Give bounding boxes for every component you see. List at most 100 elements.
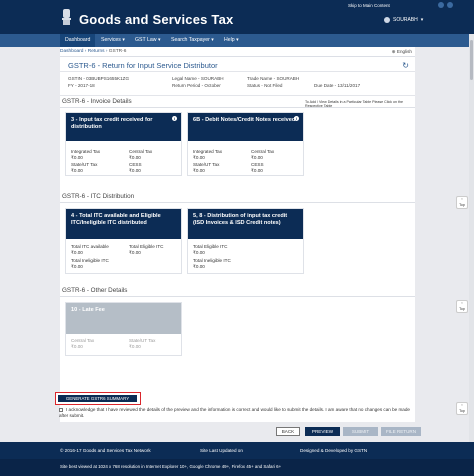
breadcrumb-returns[interactable]: Returns [88,49,105,54]
user-name: SOURABH [393,17,418,23]
value-total-ineligible-itc: ₹0.00 [71,264,83,269]
card-header: 6B - Debit Notes/Credit Notes received i [188,113,303,141]
value-integrated-tax: ₹0.00 [193,155,205,160]
value-state-ut-tax: ₹0.00 [71,168,83,173]
label-total-eligible-itc: Total Eligible ITC [193,244,228,249]
label-state-ut-tax: State/UT Tax [71,162,98,167]
main-nav: Dashboard Services ▾ GST Law ▾ Search Ta… [0,34,474,47]
nav-search-taxpayer[interactable]: Search Taxpayer ▾ [166,34,219,47]
breadcrumb-dashboard[interactable]: Dashboard [60,49,83,54]
filing-status: Status - Not Filed [247,83,283,88]
card-table-6b[interactable]: 6B - Debit Notes/Credit Notes received i… [187,112,304,176]
label-state-ut-tax: State/UT Tax [193,162,220,167]
generate-summary-button[interactable]: GENERATE GSTR6 SUMMARY [58,395,137,402]
card-title: 10 - Late Fee [71,307,105,313]
label-central-tax: Central Tax [129,149,153,154]
footer-designed: Designed & Developed by GSTN [300,448,368,453]
value-central-tax: ₹0.00 [71,344,83,349]
label-central-tax: Central Tax [71,338,95,343]
label-total-eligible-itc: Total Eligible ITC [129,244,164,249]
value-total-itc-available: ₹0.00 [71,250,83,255]
section-itc-distribution: GSTR-6 - ITC Distribution [62,193,135,200]
card-header: 10 - Late Fee [66,303,181,334]
label-total-ineligible-itc: Total Ineligible ITC [71,258,109,263]
trade-name: Trade Name - SOURABH [247,76,300,81]
scroll-top-button[interactable]: ⌃ Top [456,402,468,415]
refresh-icon[interactable]: ↻ [402,61,409,70]
user-icon [384,17,390,23]
generate-summary-highlight: GENERATE GSTR6 SUMMARY [55,392,141,405]
nav-dashboard[interactable]: Dashboard [60,34,96,47]
value-integrated-tax: ₹0.00 [71,155,83,160]
browser-note: Site best viewed at 1024 x 768 resolutio… [60,464,282,469]
scrollbar-thumb[interactable] [470,40,473,80]
card-title: 4 - Total ITC available and Eligible ITC… [71,213,161,226]
breadcrumb: Dashboard › Returns › GSTR-6 [60,49,126,54]
footer: © 2016-17 Goods and Services Tax Network… [0,442,474,459]
page-scrollbar[interactable] [469,34,474,442]
value-cess: ₹0.00 [251,168,263,173]
card-header: 4 - Total ITC available and Eligible ITC… [66,209,181,239]
info-icon[interactable]: i [294,116,299,121]
language-label: English [396,49,412,54]
value-state-ut-tax: ₹0.00 [193,168,205,173]
font-size-icon[interactable] [438,2,444,8]
scroll-top-button[interactable]: ⌃ Top [456,300,468,313]
nav-help[interactable]: Help ▾ [219,34,244,47]
card-table-10[interactable]: 10 - Late Fee Central Tax ₹0.00 State/UT… [65,302,182,356]
card-title: 6B - Debit Notes/Credit Notes received [193,117,296,123]
label-total-ineligible-itc: Total Ineligible ITC [193,258,231,263]
taxpayer-info: GSTIN - 03BUBPS1655K1ZG FY - 2017-18 Leg… [60,71,415,96]
card-header: 5, 8 - Distribution of input tax credit … [188,209,303,239]
label-integrated-tax: Integrated Tax [71,149,101,154]
main-panel: GSTR-6 - Return for Input Service Distri… [60,57,415,422]
value-total-ineligible-itc: ₹0.00 [193,264,205,269]
card-title: 3 - Input tax credit received for distri… [71,117,153,130]
value-cess: ₹0.00 [129,168,141,173]
submit-button[interactable]: SUBMIT [343,427,378,436]
acknowledge-checkbox[interactable] [59,407,63,412]
back-button[interactable]: BACK [276,427,300,436]
page-title: GSTR-6 - Return for Input Service Distri… [68,61,218,70]
divider [60,296,415,297]
chevron-down-icon: ▾ [420,17,424,23]
label-cess: CESS [251,162,264,167]
nav-gst-law[interactable]: GST Law ▾ [130,34,166,47]
top-label: Top [459,307,465,311]
info-icon[interactable]: i [172,116,177,121]
financial-year: FY - 2017-18 [68,83,95,88]
card-title: 5, 8 - Distribution of input tax credit … [193,213,288,226]
top-label: Top [459,203,465,207]
divider [60,202,415,203]
card-table-5-8[interactable]: 5, 8 - Distribution of input tax credit … [187,208,304,274]
return-period: Return Period - October [172,83,221,88]
top-label: Top [459,409,465,413]
section-other-details: GSTR-6 - Other Details [62,287,128,294]
scroll-top-button[interactable]: ⌃ Top [456,196,468,209]
legal-name: Legal Name - SOURABH [172,76,224,81]
skip-link[interactable]: Skip to Main Content [348,3,390,8]
acknowledgement: I acknowledge that I have reviewed the d… [59,407,419,419]
label-integrated-tax: Integrated Tax [193,149,223,154]
user-menu[interactable]: SOURABH ▾ [384,17,423,23]
breadcrumb-current: GSTR-6 [108,49,127,54]
value-central-tax: ₹0.00 [251,155,263,160]
card-table-3[interactable]: 3 - Input tax credit received for distri… [65,112,182,176]
footer-copyright: © 2016-17 Goods and Services Tax Network [60,448,151,453]
contrast-icon[interactable] [447,2,453,8]
card-table-4[interactable]: 4 - Total ITC available and Eligible ITC… [65,208,182,274]
header-bar: Goods and Services Tax Skip to Main Cont… [0,0,474,34]
file-return-button[interactable]: FILE RETURN [381,427,421,436]
label-central-tax: Central Tax [251,149,275,154]
footer-updated: Site Last Updated on [200,448,243,453]
emblem-logo [62,9,71,25]
label-total-itc-available: Total ITC available [71,244,109,249]
brand-title[interactable]: Goods and Services Tax [79,12,233,27]
acknowledgement-text: I acknowledge that I have reviewed the d… [59,407,410,418]
nav-services[interactable]: Services ▾ [96,34,130,47]
section-invoice-details: GSTR-6 - Invoice Details [62,98,132,105]
label-cess: CESS [129,162,142,167]
language-selector[interactable]: ⊕ English [392,49,412,55]
preview-button[interactable]: PREVIEW [305,427,340,436]
due-date: Due Date - 13/11/2017 [314,83,361,88]
